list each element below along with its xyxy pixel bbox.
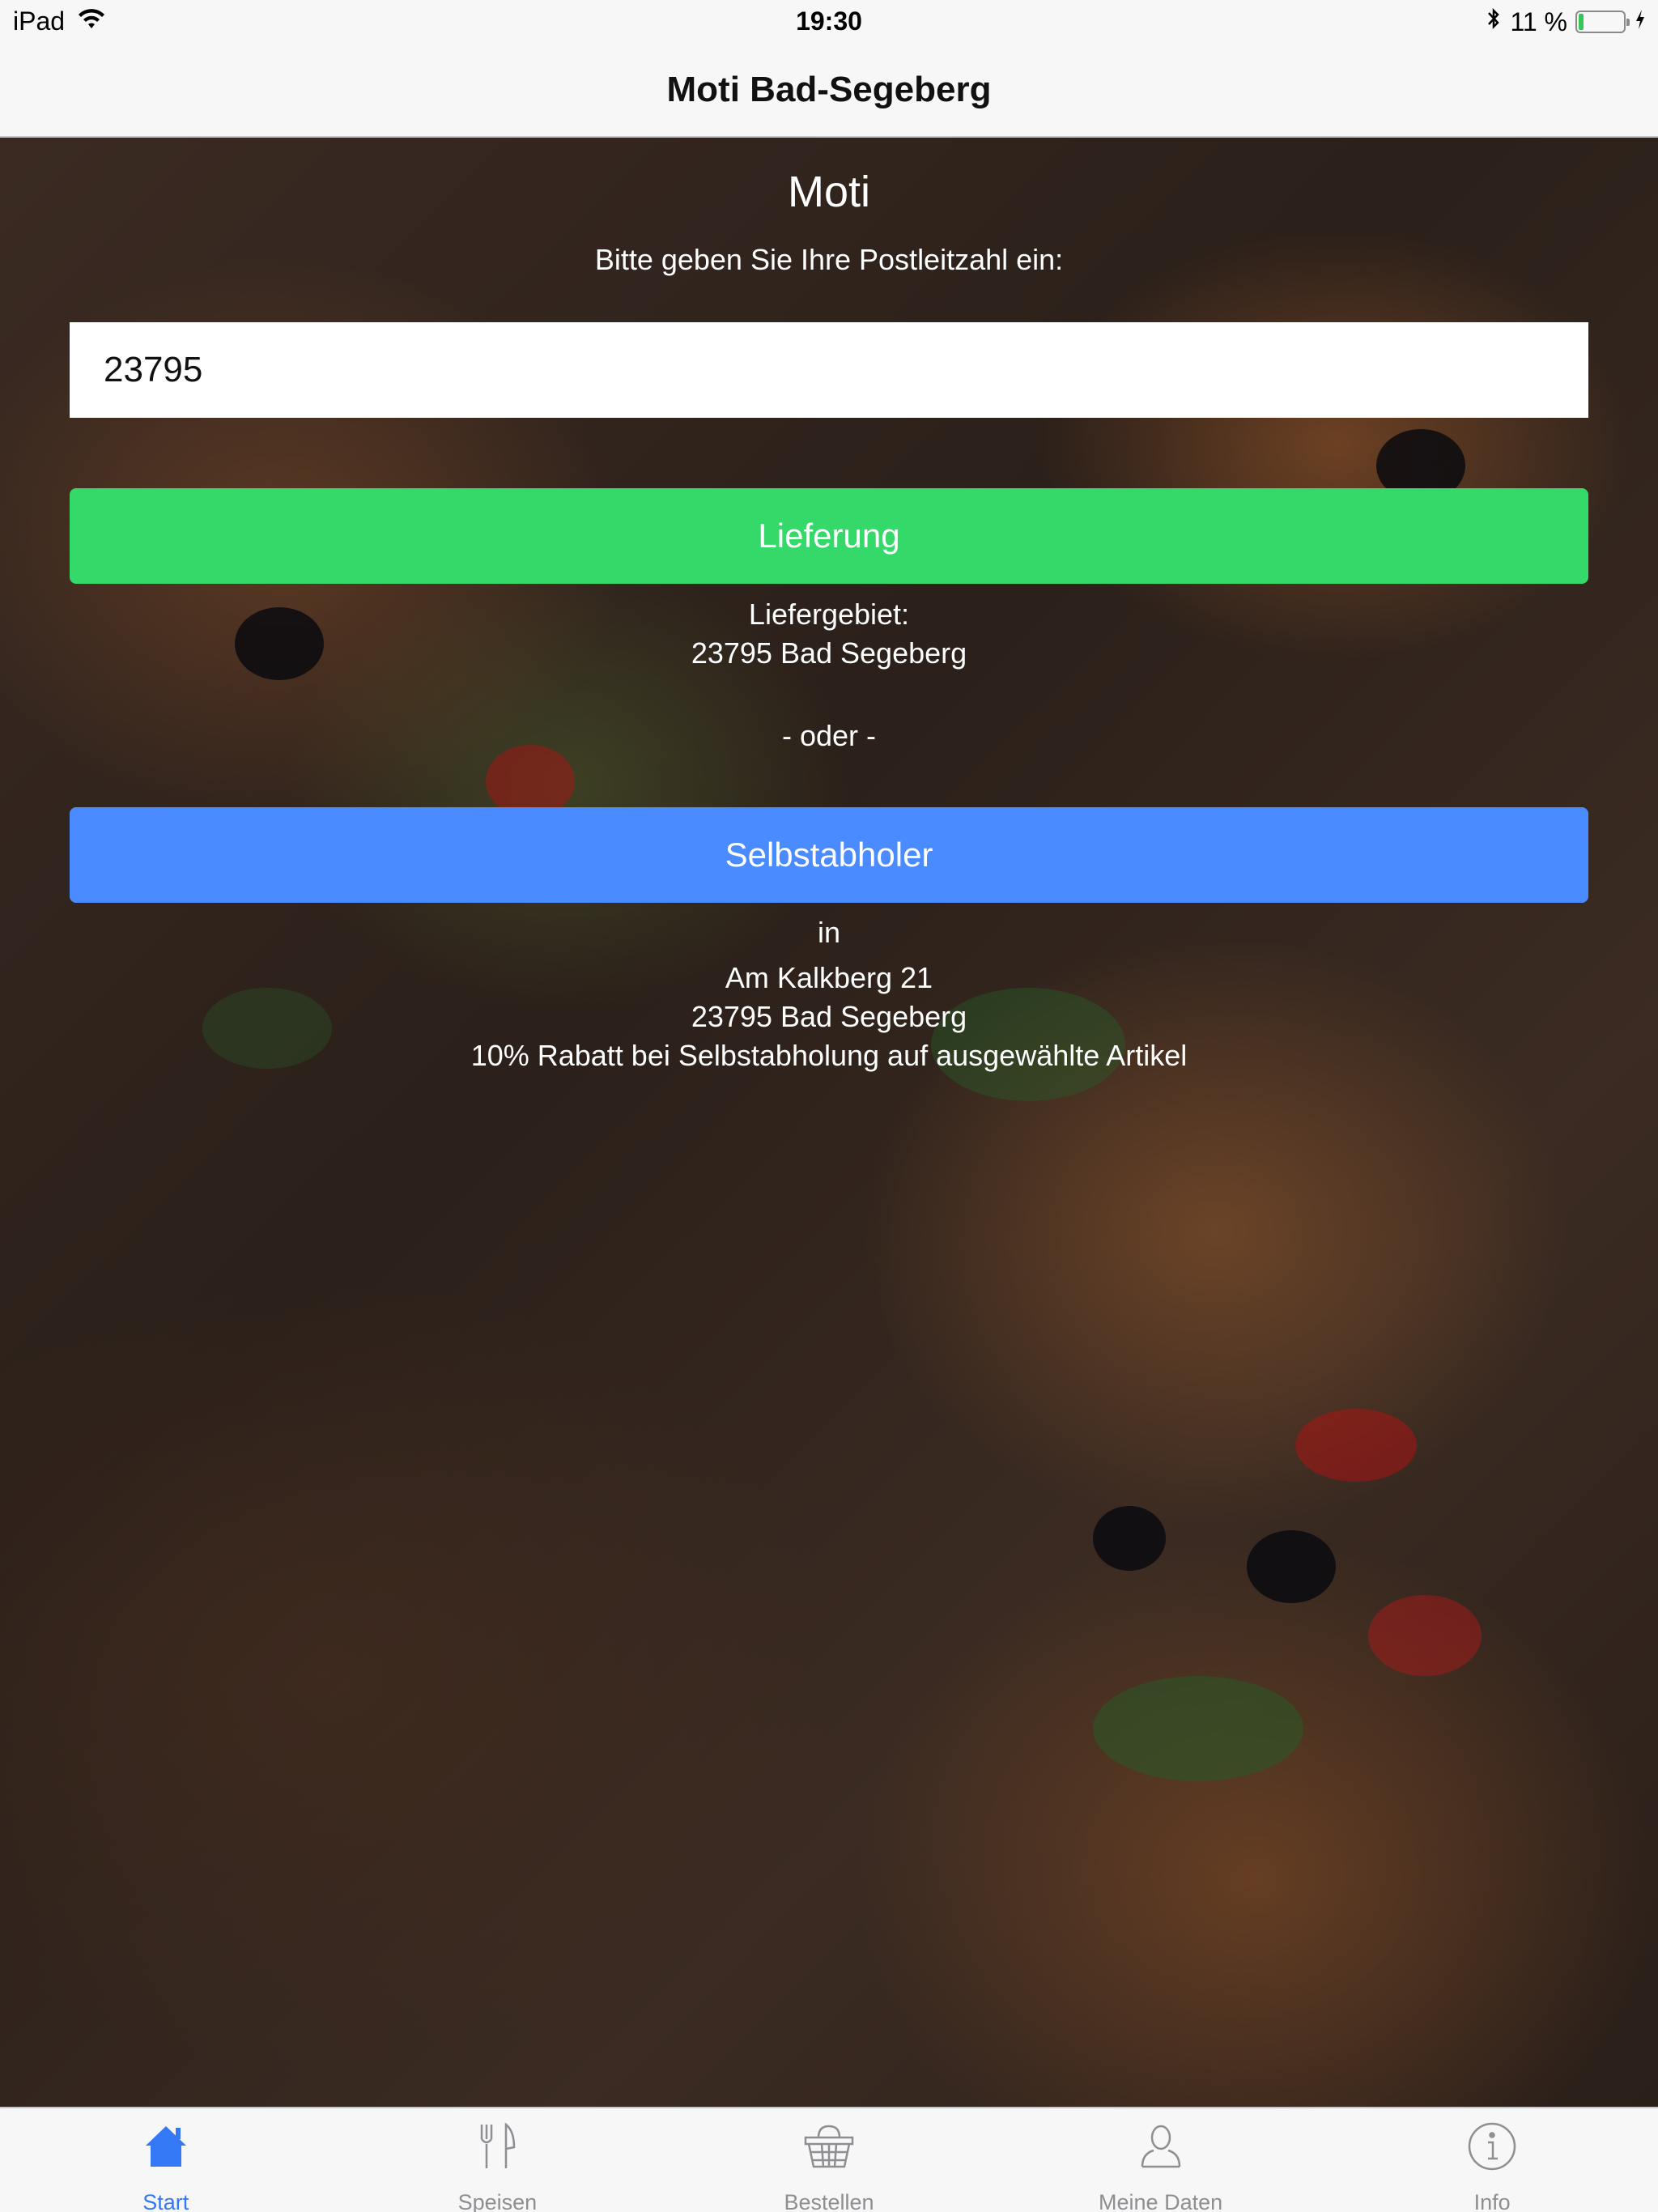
pickup-info: in Am Kalkberg 21 23795 Bad Segeberg 10%… [0,913,1658,1075]
delivery-area: Liefergebiet: 23795 Bad Segeberg [0,595,1658,673]
delivery-button[interactable]: Lieferung [70,488,1588,584]
background-decoration [1093,1506,1166,1571]
pickup-discount: 10% Rabatt bei Selbstabholung auf ausgew… [470,1039,1188,1072]
tab-bar: Start Speisen Bestellen Meine Daten Info [0,2107,1658,2212]
tab-label: Speisen [457,2190,538,2212]
background-decoration [1093,1676,1303,1781]
tab-info[interactable]: Info [1326,2108,1658,2212]
background-decoration [1295,1409,1417,1482]
tab-label: Bestellen [784,2190,874,2212]
tab-speisen[interactable]: Speisen [332,2108,664,2212]
tab-label: Meine Daten [1099,2190,1223,2212]
main-content: Moti Bitte geben Sie Ihre Postleitzahl e… [0,138,1658,2107]
person-icon [1134,2120,1188,2179]
tab-start[interactable]: Start [0,2108,332,2212]
pickup-button[interactable]: Selbstabholer [70,807,1588,903]
battery-icon [1575,11,1630,33]
navigation-bar: Moti Bad-Segeberg [0,44,1658,138]
page-title: Moti Bad-Segeberg [666,70,992,109]
tab-label: Start [142,2190,189,2212]
tab-bestellen[interactable]: Bestellen [663,2108,995,2212]
pickup-in-label: in [817,916,841,949]
pickup-street: Am Kalkberg 21 [725,961,933,994]
status-time: 19:30 [796,6,862,36]
charging-icon [1634,7,1647,37]
battery-level [1579,14,1584,30]
bluetooth-icon [1486,6,1502,37]
zip-prompt: Bitte geben Sie Ihre Postleitzahl ein: [594,243,1064,276]
status-bar: iPad 19:30 11 % [0,0,1658,44]
tab-meine-daten[interactable]: Meine Daten [995,2108,1327,2212]
restaurant-name: Moti [787,168,870,216]
home-icon [139,2120,193,2179]
fork-knife-icon [470,2120,524,2179]
pickup-city: 23795 Bad Segeberg [691,1000,967,1033]
basket-icon [802,2120,856,2179]
background-decoration [1247,1530,1336,1603]
delivery-area-value: 23795 Bad Segeberg [691,636,967,670]
battery-percent: 11 % [1510,6,1567,36]
or-separator: - oder - [781,719,877,752]
delivery-area-label: Liefergebiet: [748,598,910,631]
zip-code-input[interactable] [70,322,1588,418]
status-right: 11 % [1486,6,1647,37]
background-decoration [1368,1595,1482,1676]
info-icon [1465,2120,1519,2179]
tab-label: Info [1473,2190,1511,2212]
